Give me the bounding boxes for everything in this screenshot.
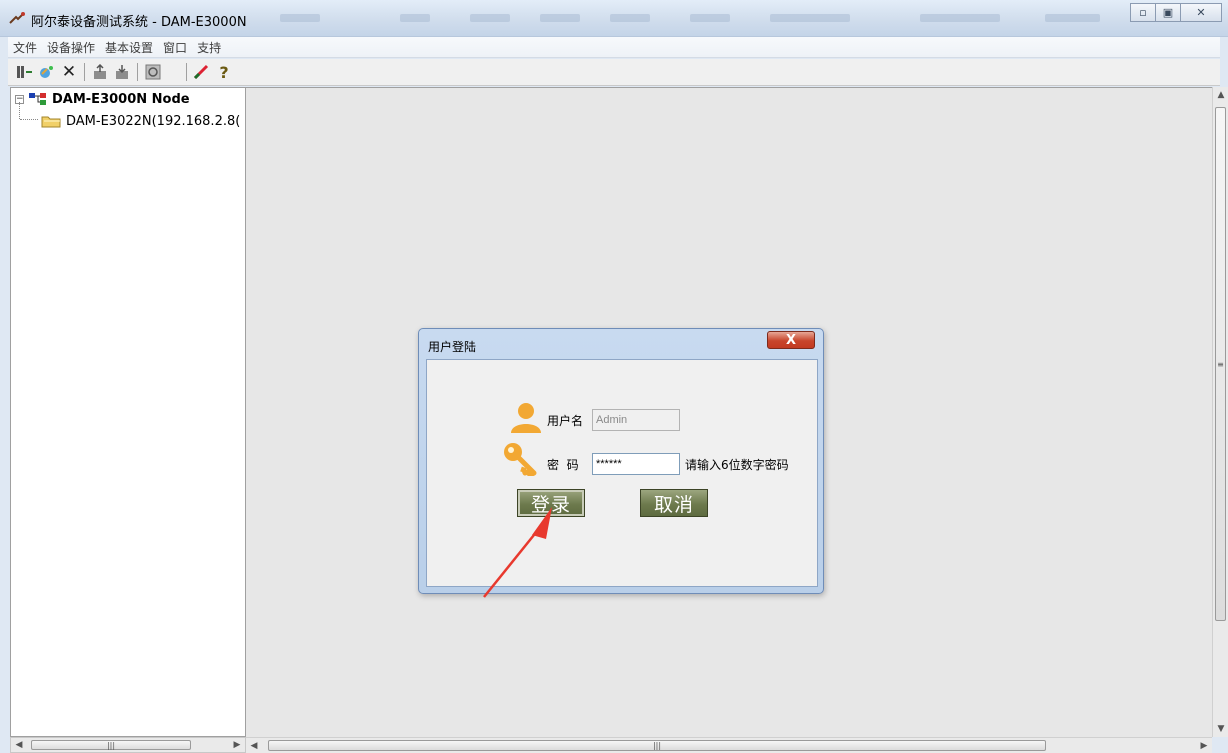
delete-icon: ✕ <box>61 62 77 82</box>
password-hint: 请输入6位数字密码 <box>685 458 789 472</box>
maximize-button[interactable]: ▣ <box>1155 3 1181 22</box>
connect-icon <box>17 66 32 78</box>
password-field[interactable] <box>592 453 680 475</box>
download-icon <box>116 65 128 79</box>
network-node-icon <box>29 93 46 105</box>
scroll-down-arrow[interactable]: ▼ <box>1213 721 1228 737</box>
username-field[interactable] <box>592 409 680 431</box>
blurred-background-strip <box>400 14 430 22</box>
blurred-background-strip <box>690 14 730 22</box>
window-controls: ▫ ▣ ✕ <box>1130 3 1222 22</box>
tree-child-label: DAM-E3022N(192.168.2.8( <box>66 113 241 129</box>
blurred-background-strip <box>540 14 580 22</box>
scroll-right-arrow[interactable]: ▶ <box>229 737 245 753</box>
settings-button[interactable] <box>142 61 164 83</box>
minimize-icon: ▫ <box>1139 6 1147 19</box>
blurred-background-strip <box>770 14 850 22</box>
toolbar-separator <box>84 63 85 81</box>
help-button[interactable]: ? <box>213 61 235 83</box>
delete-button[interactable]: ✕ <box>58 61 80 83</box>
maximize-icon: ▣ <box>1162 6 1174 19</box>
cancel-button[interactable]: 取消 <box>640 489 708 517</box>
settings-icon <box>145 64 161 80</box>
blurred-background-strip <box>610 14 650 22</box>
upload-button[interactable] <box>89 61 111 83</box>
toolbar-separator <box>186 63 187 81</box>
scroll-left-arrow[interactable]: ◀ <box>11 737 27 753</box>
dialog-close-button[interactable]: X <box>767 331 815 349</box>
scroll-thumb[interactable]: ||| <box>268 740 1046 751</box>
menu-window[interactable]: 窗口 <box>158 39 192 56</box>
connect-button[interactable] <box>14 61 36 83</box>
scroll-left-arrow[interactable]: ◀ <box>246 738 262 753</box>
blurred-background-strip <box>1045 14 1100 22</box>
login-button[interactable]: 登录 <box>517 489 585 517</box>
search-device-icon <box>40 66 53 78</box>
download-button[interactable] <box>111 61 133 83</box>
edit-button[interactable] <box>191 61 213 83</box>
tree-root-label: DAM-E3000N Node <box>52 91 190 107</box>
login-dialog: 用户登陆 X 用户名 密 码 请输入6位数字密码 登录 取消 <box>418 328 824 594</box>
username-label: 用户名 <box>547 414 584 428</box>
device-tree-pane: − DAM-E3000N Node DAM-E3022N(192.168.2.8… <box>10 87 246 737</box>
window-title: 阿尔泰设备测试系统 - DAM-E3000N <box>31 15 247 30</box>
tree-connector <box>20 119 38 120</box>
dialog-title: 用户登陆 <box>428 340 477 354</box>
menu-device-operations[interactable]: 设备操作 <box>42 39 100 56</box>
tree-horizontal-scrollbar[interactable]: ◀ ||| ▶ <box>10 737 246 753</box>
edit-icon <box>193 64 209 80</box>
toolbar: ✕ ? <box>8 59 1220 86</box>
close-icon: X <box>785 332 797 348</box>
user-icon <box>511 403 541 433</box>
tree-root-node[interactable]: − DAM-E3000N Node <box>15 90 190 108</box>
menu-file[interactable]: 文件 <box>8 39 42 56</box>
blurred-background-strip <box>280 14 320 22</box>
close-icon: ✕ <box>1196 6 1206 19</box>
tree-connector <box>19 102 20 119</box>
scroll-thumb[interactable]: ≡ <box>1215 107 1226 621</box>
folder-icon <box>41 116 61 128</box>
menu-basic-settings[interactable]: 基本设置 <box>100 39 158 56</box>
scroll-up-arrow[interactable]: ▲ <box>1213 87 1228 103</box>
upload-icon <box>94 64 106 79</box>
blurred-background-strip <box>920 14 1000 22</box>
menu-bar: 文件 设备操作 基本设置 窗口 支持 <box>8 37 1220 58</box>
password-label: 密 码 <box>547 458 579 472</box>
app-icon <box>9 12 25 24</box>
main-horizontal-scrollbar[interactable]: ◀ ||| ▶ <box>246 737 1212 753</box>
search-device-button[interactable] <box>36 61 58 83</box>
minimize-button[interactable]: ▫ <box>1130 3 1156 22</box>
toolbar-separator <box>137 63 138 81</box>
blurred-background-strip <box>470 14 510 22</box>
help-icon: ? <box>219 62 229 82</box>
main-vertical-scrollbar[interactable]: ▲ ≡ ▼ <box>1212 87 1228 737</box>
tree-child-node[interactable]: DAM-E3022N(192.168.2.8( <box>41 112 240 130</box>
menu-support[interactable]: 支持 <box>192 39 226 56</box>
title-bar: 阿尔泰设备测试系统 - DAM-E3000N ▫ ▣ ✕ <box>0 0 1228 37</box>
dialog-body: 用户名 密 码 请输入6位数字密码 登录 取消 <box>426 359 818 587</box>
close-window-button[interactable]: ✕ <box>1180 3 1222 22</box>
scroll-thumb[interactable]: ||| <box>31 740 191 750</box>
scroll-right-arrow[interactable]: ▶ <box>1196 738 1212 753</box>
key-icon <box>504 443 537 476</box>
